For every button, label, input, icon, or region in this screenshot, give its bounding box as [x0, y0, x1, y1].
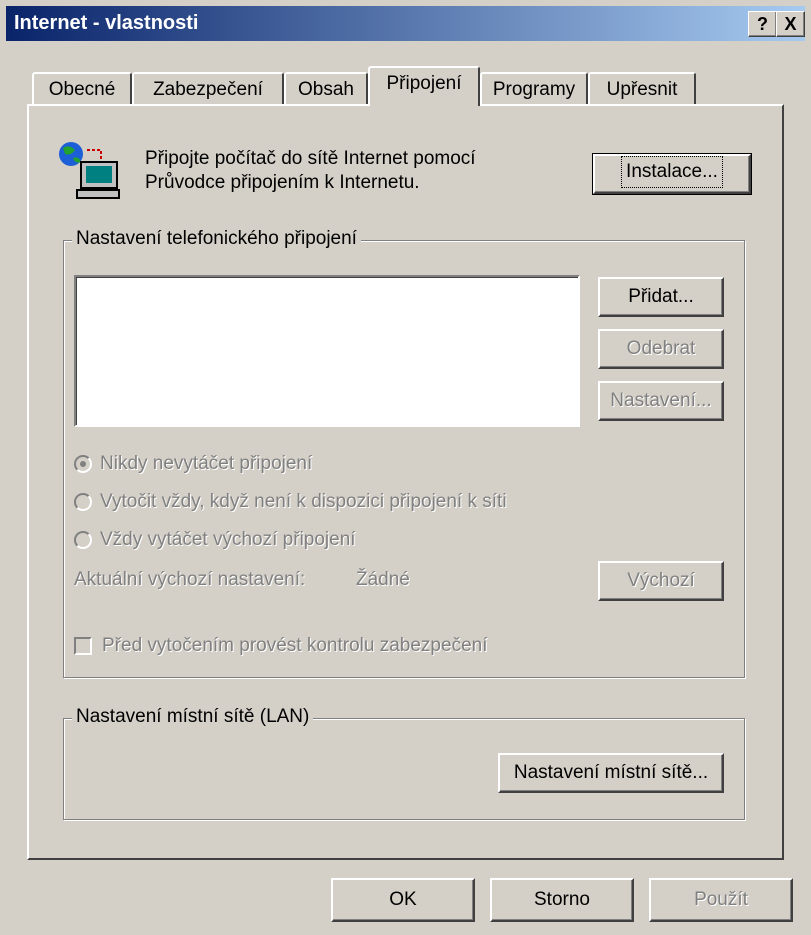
tab-obsah[interactable]: Obsah [284, 72, 368, 106]
lan-settings-label: Nastavení místní sítě... [513, 762, 709, 783]
cancel-button[interactable]: Storno [490, 878, 634, 922]
security-check-option[interactable]: Před vytočením provést kontrolu zabezpeč… [74, 635, 487, 657]
current-default-value: Žádné [356, 569, 410, 590]
cancel-label: Storno [534, 889, 590, 910]
remove-connection-label: Odebrat [626, 338, 696, 359]
dialup-group-title: Nastavení telefonického připojení [72, 228, 361, 250]
dialup-connections-list[interactable] [74, 275, 580, 427]
radio-dial-when-no-network-label: Vytočit vždy, když není k dispozici přip… [100, 491, 507, 512]
set-default-label: Výchozí [627, 570, 695, 591]
radio-never-dial-label: Nikdy nevytáčet připojení [100, 453, 313, 474]
add-connection-label: Přidat... [628, 286, 694, 307]
radio-dial-when-no-network[interactable]: Vytočit vždy, když není k dispozici přip… [74, 491, 507, 513]
connection-settings-label: Nastavení... [610, 390, 712, 411]
tab-upresnit[interactable]: Upřesnit [588, 72, 696, 106]
lan-settings-button[interactable]: Nastavení místní sítě... [498, 753, 724, 793]
tab-label: Obsah [298, 79, 354, 100]
connection-settings-button[interactable]: Nastavení... [598, 381, 724, 421]
radio-always-dial-label: Vždy vytáčet výchozí připojení [100, 529, 356, 550]
wizard-text-line2: Průvodce připojením k Internetu. [145, 172, 420, 193]
window-title: Internet - vlastnosti [14, 12, 199, 34]
ok-button[interactable]: OK [331, 878, 475, 922]
security-check-label: Před vytočením provést kontrolu zabezpeč… [102, 635, 488, 656]
help-button[interactable]: ? [748, 11, 777, 37]
tab-pripojeni[interactable]: Připojení [368, 66, 480, 106]
wizard-text-line1: Připojte počítač do sítě Internet pomocí [145, 148, 476, 169]
close-button[interactable]: X [776, 11, 805, 37]
radio-button-checked[interactable] [74, 454, 92, 473]
radio-button[interactable] [74, 530, 92, 549]
tab-obecne[interactable]: Obecné [32, 72, 132, 106]
tab-label: Programy [492, 79, 576, 100]
remove-connection-button[interactable]: Odebrat [598, 329, 724, 369]
lan-group: Nastavení místní sítě (LAN) Nastavení mí… [63, 706, 745, 820]
set-default-button[interactable]: Výchozí [598, 561, 724, 601]
network-computer-icon [59, 142, 120, 199]
add-connection-button[interactable]: Přidat... [598, 277, 724, 317]
tab-panel-pripojeni: Připojte počítač do sítě Internet pomocí… [27, 104, 784, 860]
tab-label: Zabezpečení [153, 79, 263, 100]
ok-label: OK [389, 889, 417, 910]
radio-never-dial[interactable]: Nikdy nevytáčet připojení [74, 453, 312, 475]
tab-label: Upřesnit [606, 79, 678, 100]
tab-label: Připojení [386, 73, 462, 94]
install-button-label: Instalace... [621, 156, 723, 188]
checkbox[interactable] [74, 636, 92, 655]
radio-button[interactable] [74, 492, 92, 511]
title-bar[interactable]: Internet - vlastnosti ? X [6, 6, 805, 41]
apply-button[interactable]: Použít [649, 878, 793, 922]
apply-label: Použít [694, 889, 748, 910]
properties-dialog: Internet - vlastnosti ? X Obecné Zabezpe… [0, 0, 811, 935]
lan-group-title: Nastavení místní sítě (LAN) [72, 706, 314, 728]
radio-always-dial[interactable]: Vždy vytáčet výchozí připojení [74, 529, 356, 551]
install-button[interactable]: Instalace... [592, 153, 752, 195]
current-default-label: Aktuální výchozí nastavení: [74, 569, 306, 590]
tab-label: Obecné [48, 79, 116, 100]
tab-zabezpeceni[interactable]: Zabezpečení [132, 72, 284, 106]
tab-programy[interactable]: Programy [480, 72, 588, 106]
dialup-group: Nastavení telefonického připojení Přidat… [63, 228, 745, 678]
